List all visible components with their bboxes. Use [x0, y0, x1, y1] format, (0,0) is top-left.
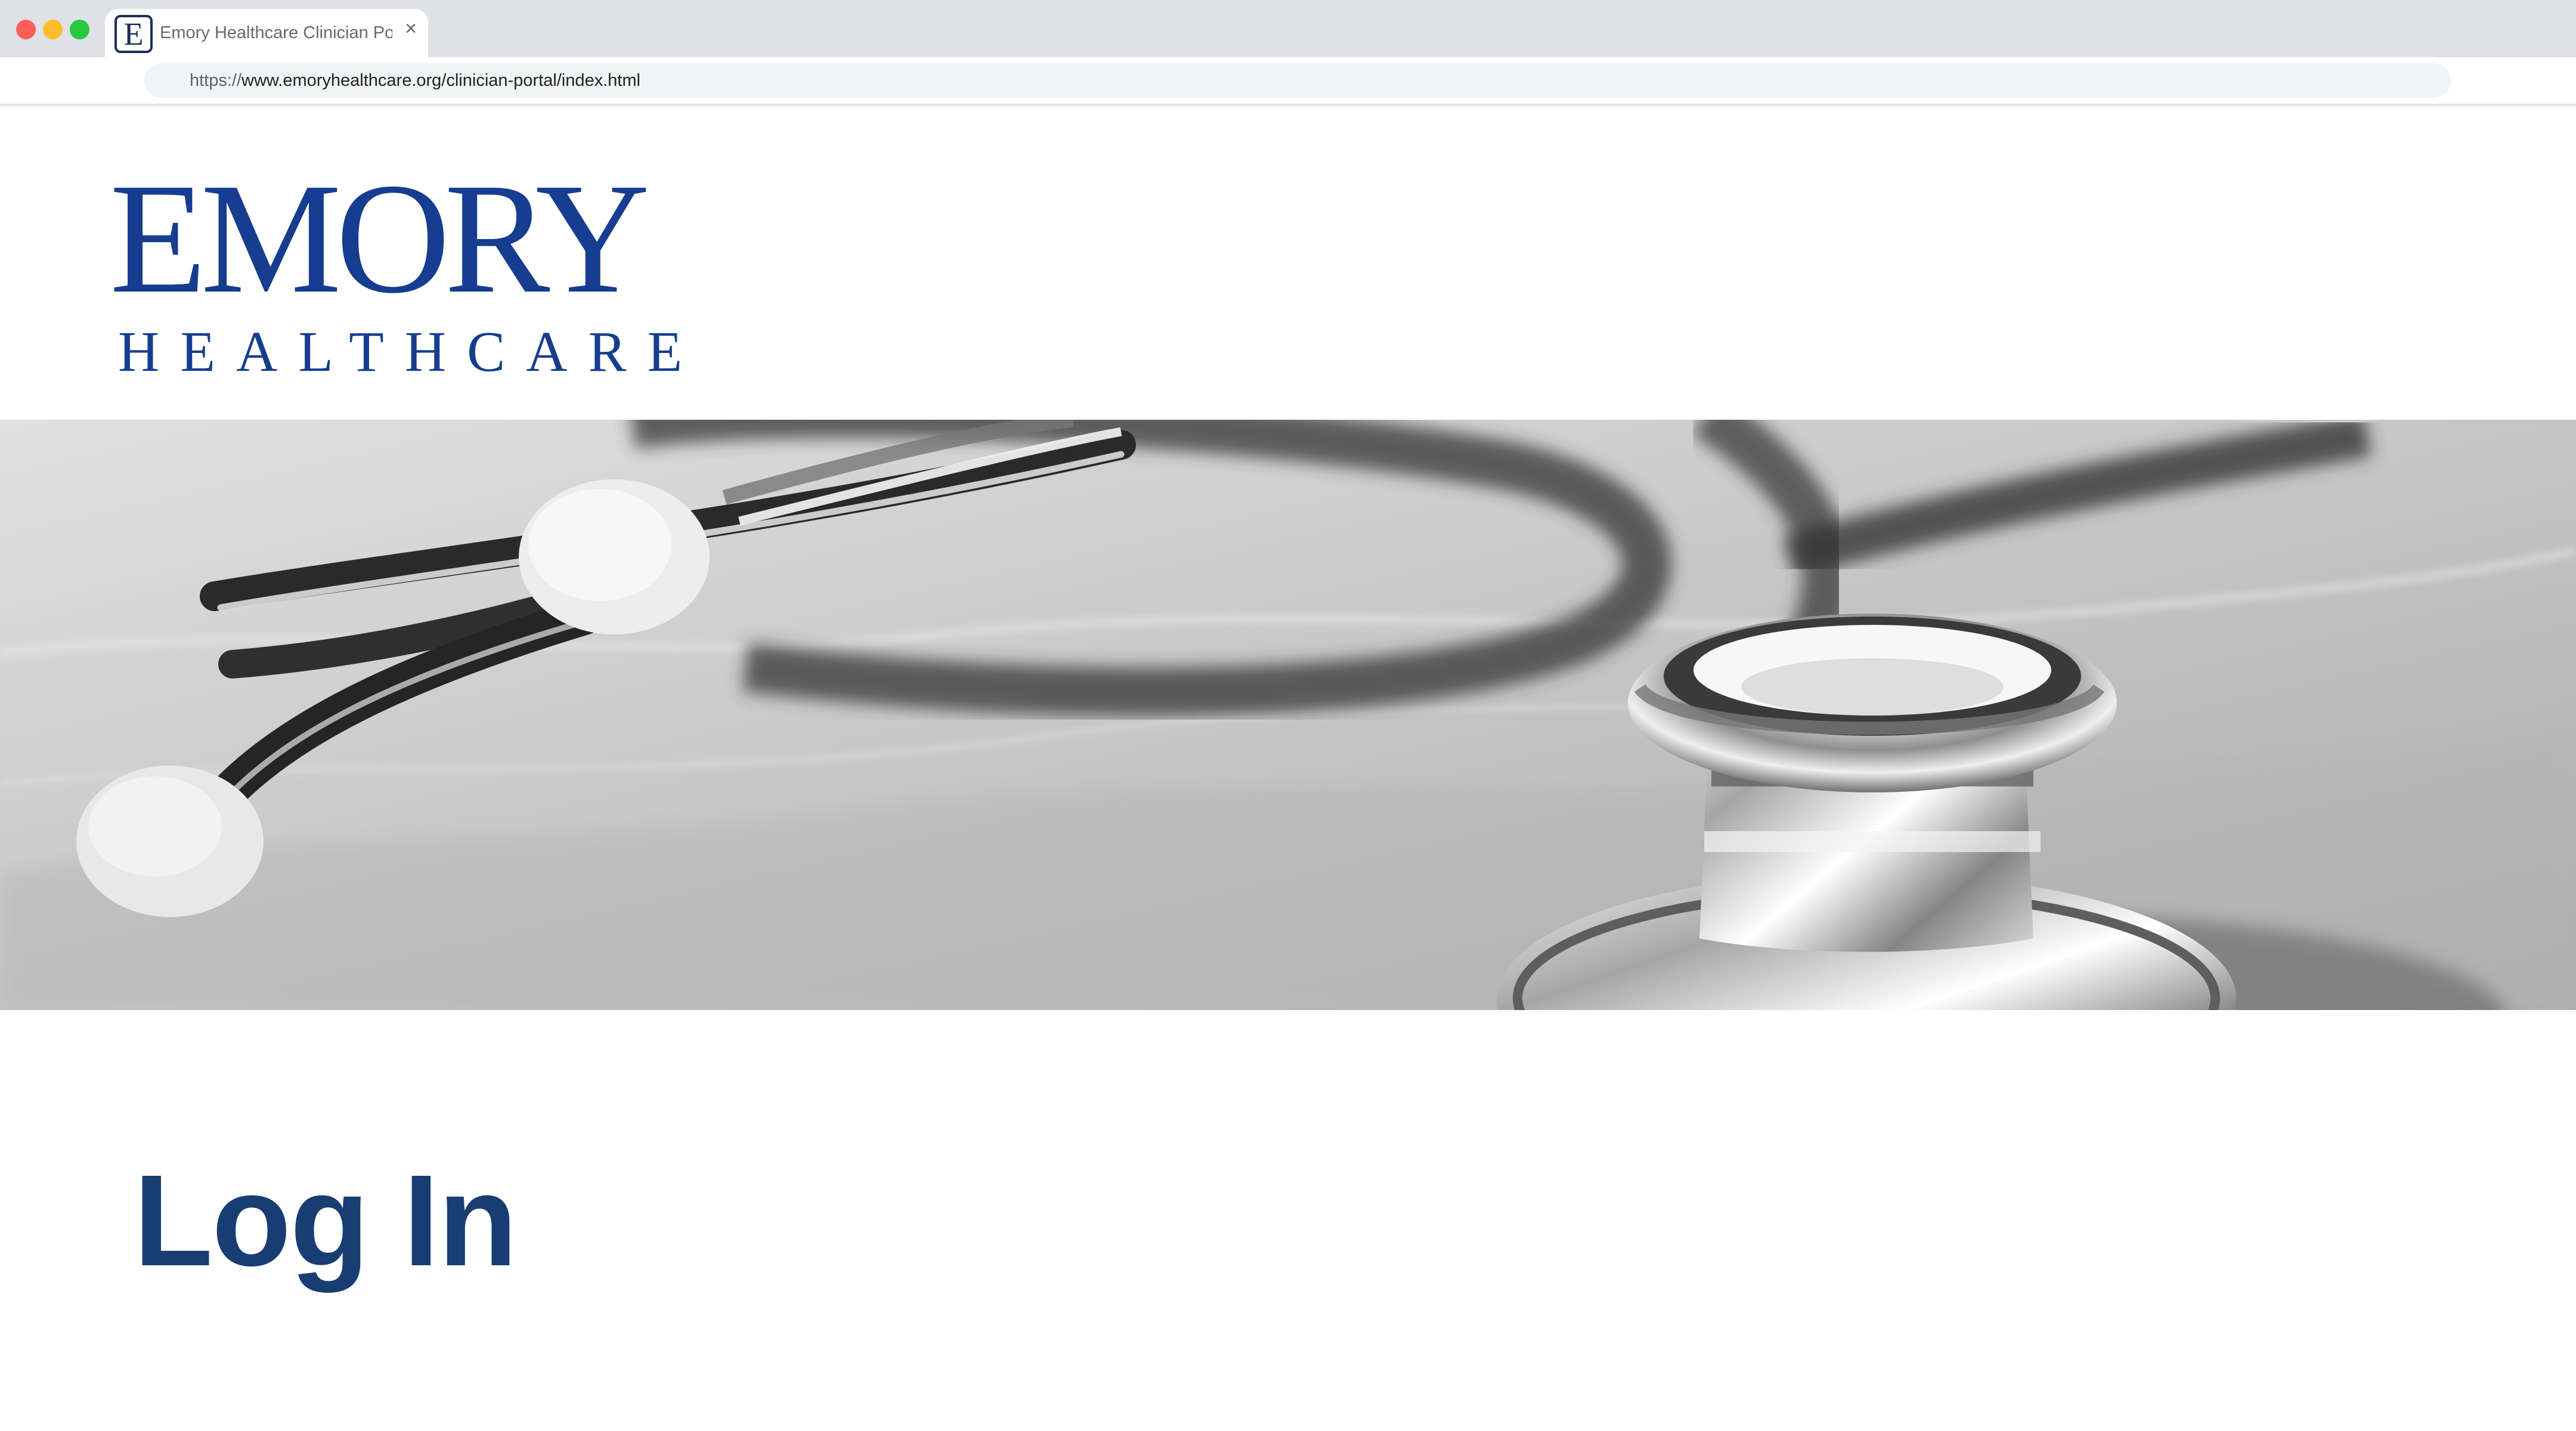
browser-address-row: https://www.emoryhealthcare.org/clinicia…: [0, 57, 2576, 106]
stethoscope-hero-image: [0, 420, 2576, 1010]
emory-healthcare-logo[interactable]: EMORY HEALTHCARE: [110, 150, 682, 388]
url-scheme: https://: [190, 71, 242, 90]
logo-primary-text: EMORY: [110, 150, 650, 326]
logo-secondary-text: HEALTHCARE: [118, 320, 704, 383]
active-browser-tab[interactable]: E Emory Healthcare Clinician Por ×: [105, 9, 428, 57]
browser-window: E Emory Healthcare Clinician Por × https…: [0, 0, 2576, 1431]
clinician-portal-page: EMORY HEALTHCARE Log In: [0, 106, 2576, 1431]
url-host-path: www.emoryhealthcare.org/clinician-portal…: [242, 71, 640, 90]
stethoscope-photo: [0, 420, 2576, 1010]
emory-favicon-icon: E: [114, 15, 153, 53]
tab-title: Emory Healthcare Clinician Por: [160, 23, 392, 42]
minimize-window-icon[interactable]: [43, 20, 63, 39]
close-window-icon[interactable]: [16, 20, 36, 39]
login-heading: Log In: [134, 1148, 518, 1293]
maximize-window-icon[interactable]: [70, 20, 89, 39]
browser-tab-strip: E Emory Healthcare Clinician Por ×: [0, 0, 2576, 57]
close-tab-icon[interactable]: ×: [402, 18, 420, 39]
address-bar[interactable]: https://www.emoryhealthcare.org/clinicia…: [144, 63, 2451, 98]
